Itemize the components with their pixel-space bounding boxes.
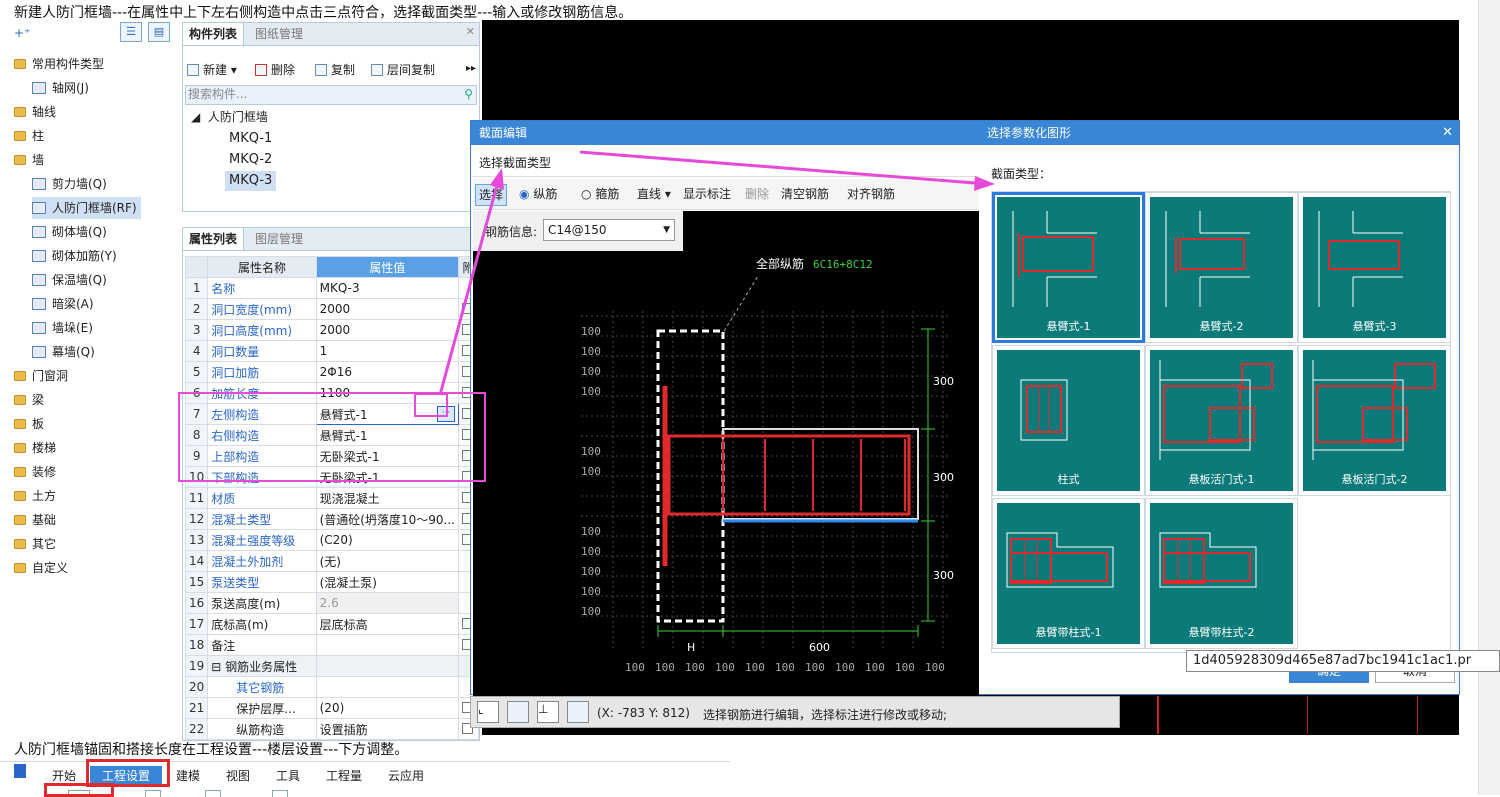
toolbar-icon: [272, 790, 288, 797]
ribbon-tab[interactable]: 建模: [176, 766, 200, 786]
app-icon[interactable]: [14, 764, 26, 778]
ribbon-tab[interactable]: 工程量: [326, 766, 362, 786]
annotation-arrows: [438, 150, 995, 396]
toolbar-icon: [145, 790, 161, 797]
ribbon-tab[interactable]: 视图: [226, 766, 250, 786]
ribbon-tab[interactable]: 云应用: [388, 766, 424, 786]
bottom-caption: 人防门框墙锚固和搭接长度在工程设置---楼层设置---下方调整。: [14, 742, 409, 758]
toolbar-icon: [205, 790, 221, 797]
ribbon-tab[interactable]: 工具: [276, 766, 300, 786]
